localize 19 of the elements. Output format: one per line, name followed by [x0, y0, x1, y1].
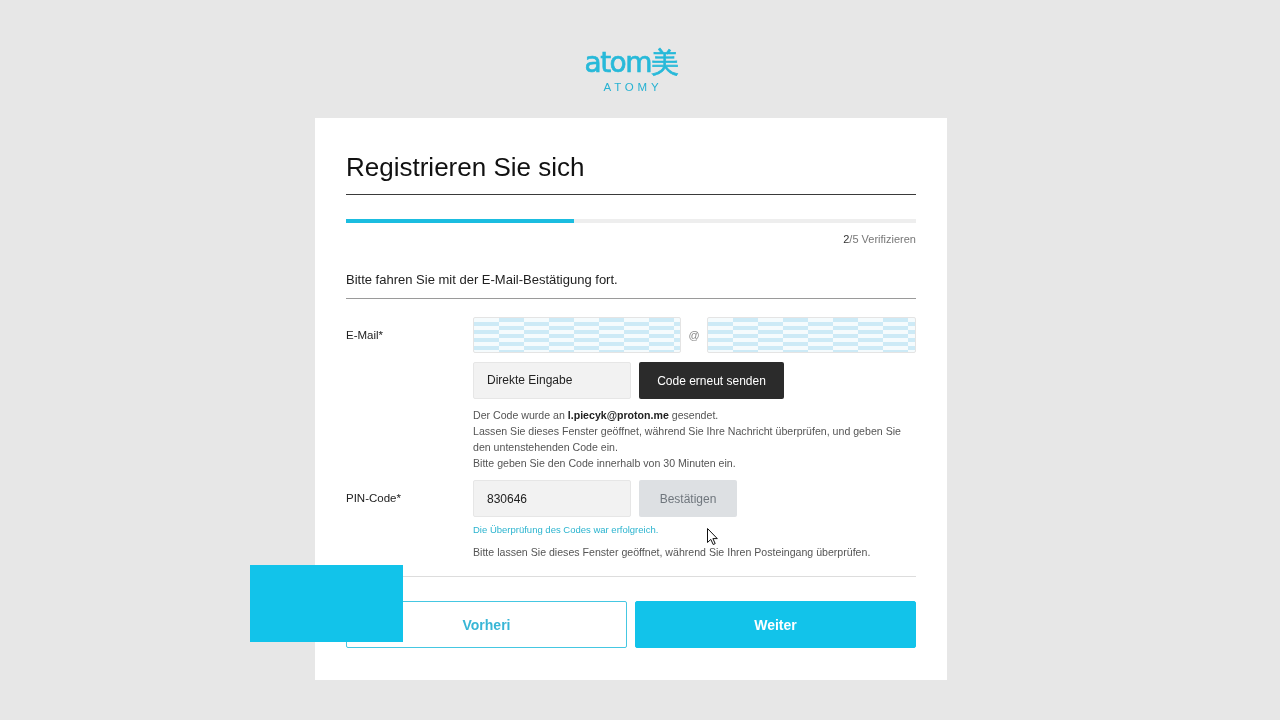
email-label: E-Mail* [346, 328, 385, 343]
email-local-field[interactable] [473, 317, 681, 353]
notice-text: Bitte geben Sie den Code innerhalb von 30 Minuten ein. [473, 456, 737, 471]
logo-subtitle: ATOMY [603, 80, 663, 94]
at-sign: @ [687, 329, 701, 341]
pin-input[interactable]: 830646 [473, 480, 631, 517]
notice-text: Lassen Sie dieses Fenster geöffnet, während Sie Ihre Nachricht überprüfen, und geben Sie den untenstehenden Code ein. [473, 424, 902, 455]
page-title: Registrieren Sie sich [346, 151, 916, 195]
success-message: Die Überprüfung des Codes war erfolgreich. [473, 524, 660, 536]
logo-wordmark: atom美 [584, 46, 678, 80]
mouse-pointer-icon [707, 528, 718, 545]
pin-label: PIN-Code* [346, 491, 402, 506]
email-domain-field[interactable] [707, 317, 916, 353]
resend-code-button[interactable]: Code erneut senden [639, 362, 784, 399]
notice-text: Der Code wurde an l.piecyk@proton.me gesendet. [473, 408, 720, 423]
hint-text: Bitte lassen Sie dieses Fenster geöffnet, während Sie Ihren Posteingang überprüfen. [473, 545, 872, 560]
domain-select[interactable]: Direkte Eingabe [473, 362, 631, 399]
step-indicator: 2/5 Verifizieren [842, 232, 916, 246]
instruction-text: Bitte fahren Sie mit der E-Mail-Bestätigung fort. [346, 271, 916, 299]
